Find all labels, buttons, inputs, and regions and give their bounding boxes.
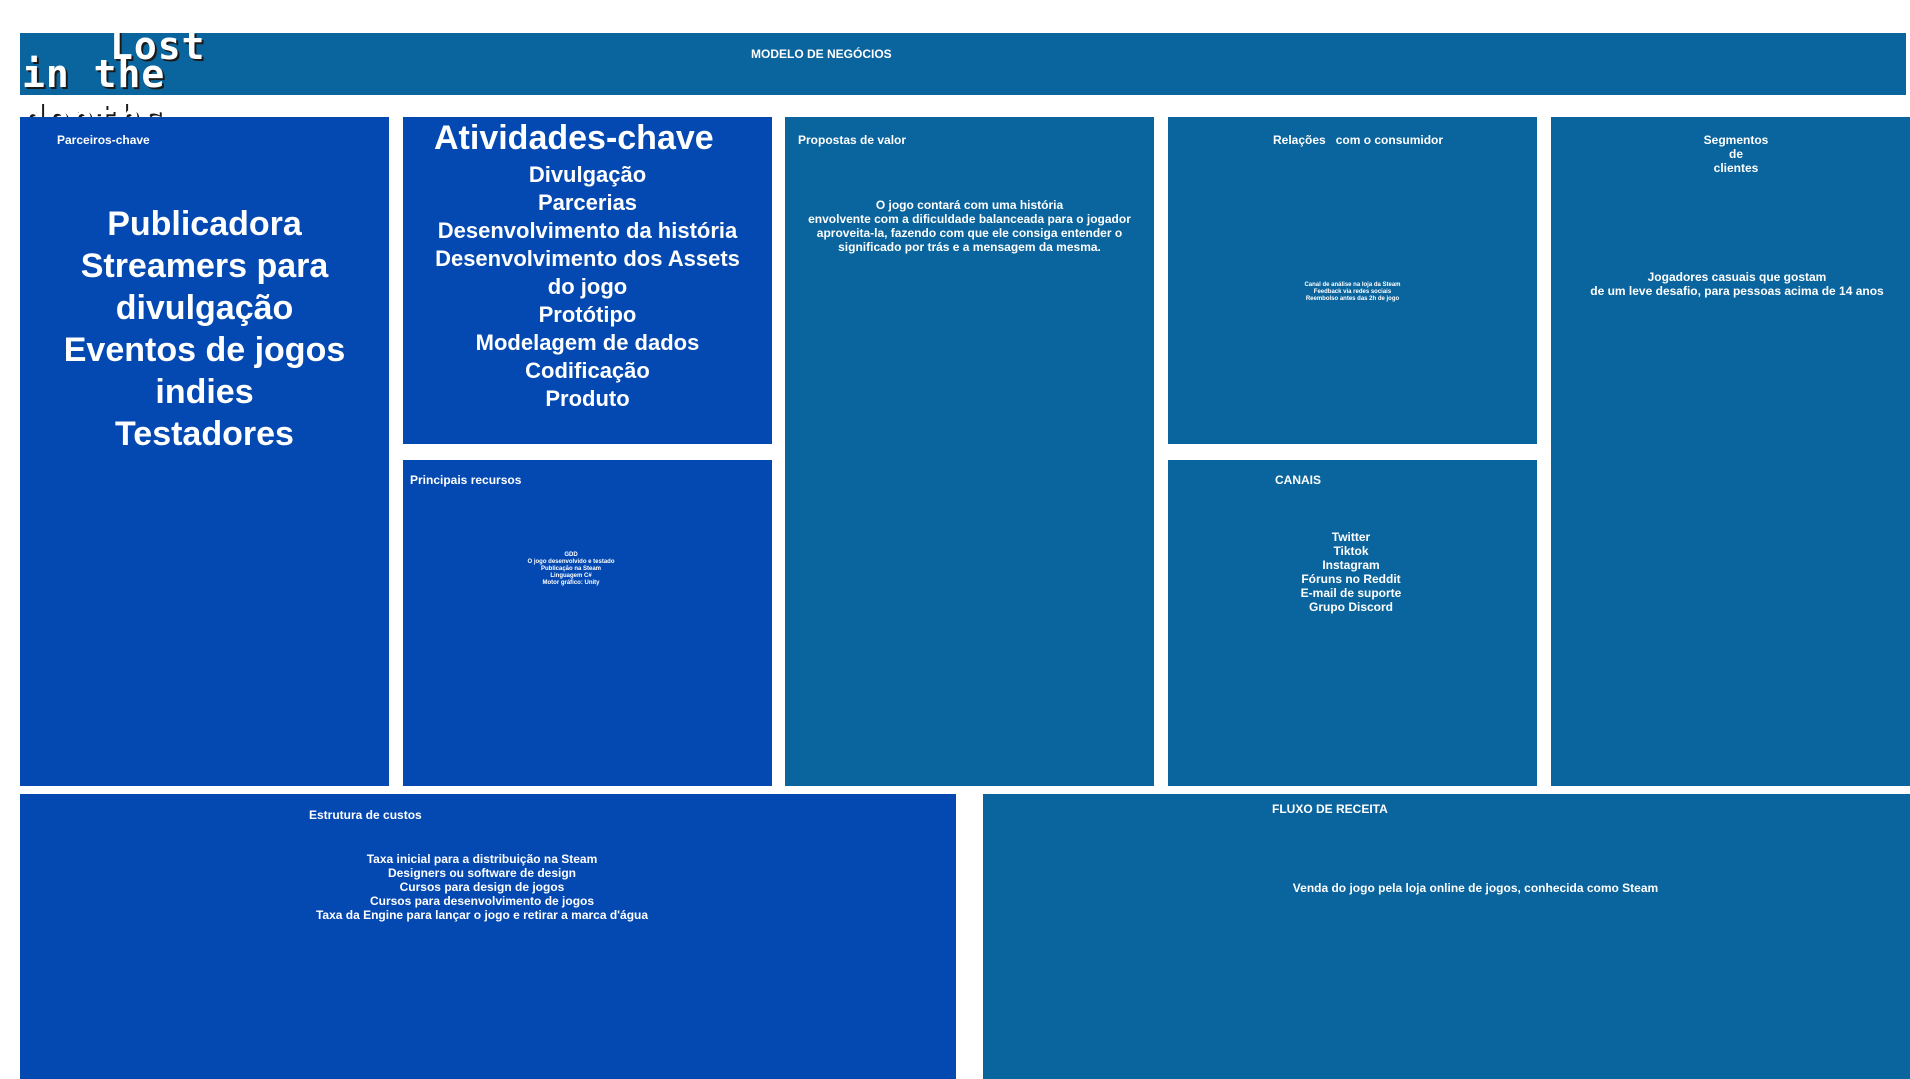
list-item: Linguagem C# [550, 573, 592, 579]
value-propositions-panel: Propostas de valor O jogo contará com um… [785, 117, 1154, 786]
revenue-stream-panel: FLUXO DE RECEITA Venda do jogo pela loja… [983, 794, 1910, 1079]
text-line: O jogo contará com uma história [875, 198, 1064, 212]
key-activities-list: Divulgação Parcerias Desenvolvimento da … [403, 161, 772, 413]
revenue-stream-title: FLUXO DE RECEITA [1272, 802, 1388, 816]
customer-relations-title: Relações com o consumidor [1273, 133, 1444, 147]
list-item: Taxa da Engine para lançar o jogo e reti… [315, 908, 649, 922]
revenue-stream-text: Venda do jogo pela loja online de jogos,… [983, 881, 1910, 895]
list-item: GDD [564, 552, 578, 558]
list-item: Designers ou software de design [387, 866, 577, 880]
list-item: Eventos de jogos [63, 331, 346, 369]
list-item: divulgação [115, 289, 294, 327]
list-item: Divulgação [528, 162, 647, 187]
list-item: Motor gráfico: Unity [542, 580, 600, 586]
list-item: Publicadora [107, 205, 302, 243]
title-line: Segmentos [1703, 133, 1769, 147]
list-item: Protótipo [538, 302, 637, 327]
text-line: Venda do jogo pela loja online de jogos,… [1292, 881, 1659, 895]
customer-relations-panel: Relações com o consumidor Canal de análi… [1168, 117, 1537, 444]
game-logo: Lost in the depths [22, 24, 322, 140]
title-line: clientes [1713, 161, 1759, 175]
channels-title: CANAIS [1275, 473, 1322, 487]
list-item: Desenvolvimento da história [437, 218, 738, 243]
text-line: de um leve desafio, para pessoas acima d… [1590, 284, 1884, 298]
cost-structure-title: Estrutura de custos [309, 808, 422, 822]
list-item: E-mail de suporte [1300, 586, 1402, 600]
list-item: Tiktok [1333, 544, 1369, 558]
customer-segments-panel: Segmentos de clientes Jogadores casuais … [1551, 117, 1910, 786]
cost-structure-panel: Estrutura de custos Taxa inicial para a … [20, 794, 956, 1079]
list-item: Twitter [1331, 530, 1371, 544]
key-partners-list: Publicadora Streamers para divulgação Ev… [20, 203, 389, 455]
list-item: Taxa inicial para a distribuição na Stea… [366, 852, 598, 866]
text-line: significado por trás e a mensagem da mes… [838, 240, 1101, 254]
key-resources-title: Principais recursos [410, 473, 522, 487]
list-item: Reembolso antes das 2h de jogo [1305, 296, 1400, 302]
list-item: Publicação na Steam [540, 566, 602, 572]
list-item: Cursos para desenvolvimento de jogos [369, 894, 595, 908]
value-propositions-title: Propostas de valor [798, 133, 907, 147]
list-item: Codificação [525, 358, 650, 383]
list-item: Fóruns no Reddit [1301, 572, 1401, 586]
customer-segments-text: Jogadores casuais que gostam de um leve … [1551, 270, 1910, 298]
page-title: MODELO DE NEGÓCIOS [751, 47, 892, 61]
list-item: Parcerias [537, 190, 638, 215]
customer-relations-list: Canal de análise na loja da Steam Feedba… [1168, 282, 1537, 303]
list-item: Produto [545, 386, 630, 411]
key-partners-title: Parceiros-chave [57, 133, 150, 147]
list-item: Desenvolvimento dos Assets [435, 246, 740, 271]
list-item: Canal de análise na loja da Steam [1304, 282, 1401, 288]
list-item: Testadores [115, 415, 294, 453]
value-propositions-text: O jogo contará com uma história envolven… [785, 198, 1154, 254]
text-line: envolvente com a dificuldade balanceada … [808, 212, 1131, 226]
list-item: Modelagem de dados [475, 330, 700, 355]
key-activities-title: Atividades-chave [434, 119, 714, 157]
channels-list: Twitter Tiktok Instagram Fóruns no Reddi… [1168, 530, 1534, 614]
key-resources-list: GDD O jogo desenvolvido e testado Public… [403, 552, 739, 587]
list-item: O jogo desenvolvido e testado [527, 559, 615, 565]
channels-panel: CANAIS Twitter Tiktok Instagram Fóruns n… [1168, 460, 1537, 786]
key-activities-panel: Atividades-chave Divulgação Parcerias De… [403, 117, 772, 444]
list-item: Feedback via redes sociais [1313, 289, 1392, 295]
list-item: Streamers para [80, 247, 329, 285]
key-resources-panel: Principais recursos GDD O jogo desenvolv… [403, 460, 772, 786]
key-partners-panel: Parceiros-chave Publicadora Streamers pa… [20, 117, 389, 786]
list-item: Instagram [1322, 558, 1380, 572]
text-line: Jogadores casuais que gostam [1647, 270, 1827, 284]
title-line: de [1728, 147, 1743, 161]
list-item: do jogo [547, 274, 628, 299]
customer-segments-title: Segmentos de clientes [1551, 133, 1910, 175]
list-item: Cursos para design de jogos [399, 880, 565, 894]
cost-structure-list: Taxa inicial para a distribuição na Stea… [20, 852, 944, 922]
list-item: Grupo Discord [1308, 600, 1393, 614]
list-item: indies [155, 373, 254, 411]
text-line: aproveita-la, fazendo com que ele consig… [816, 226, 1123, 240]
